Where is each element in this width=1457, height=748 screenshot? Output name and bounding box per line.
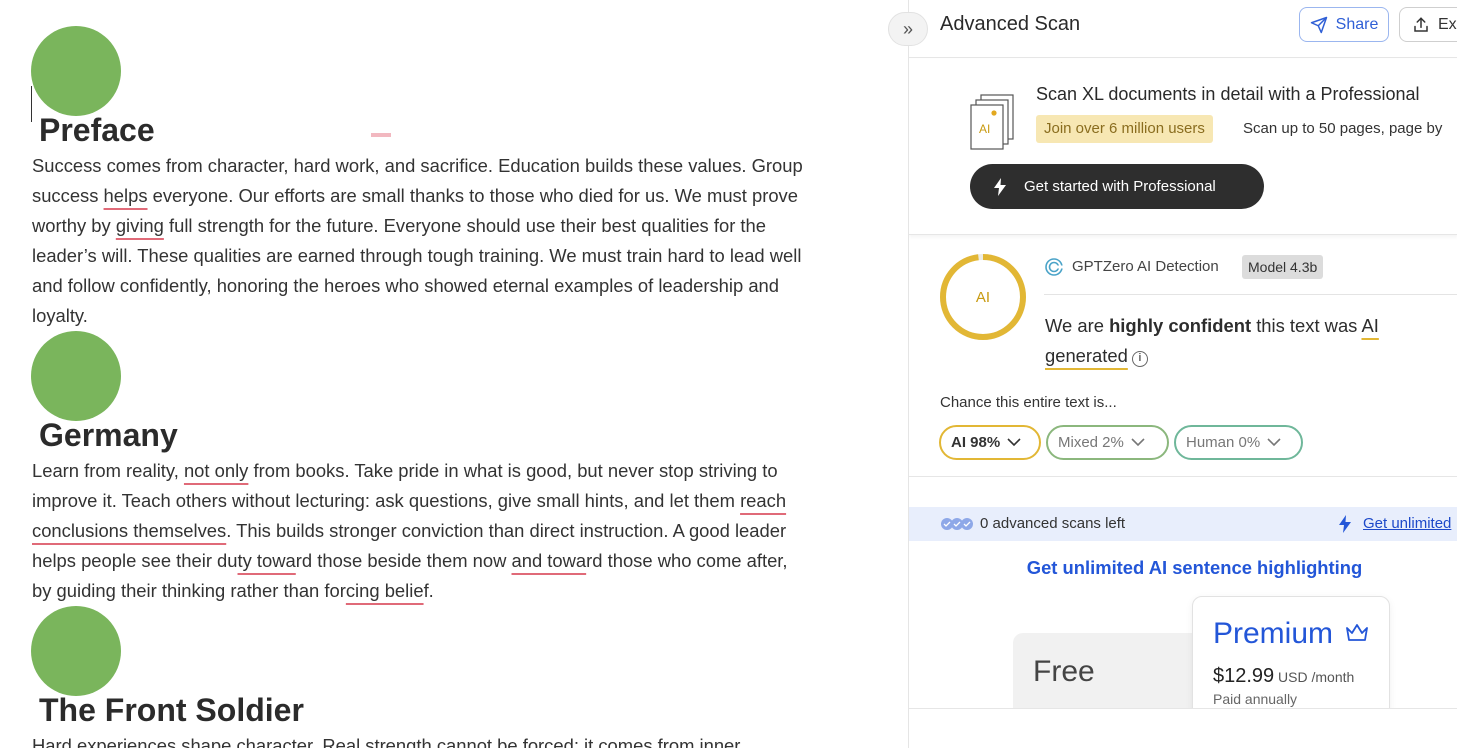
- scan-panel: Advanced Scan Share Exp AI Scan XL docum…: [908, 0, 1457, 748]
- paragraph-line: conclusions themselves. This builds stro…: [32, 520, 787, 541]
- section-paragraph-germany[interactable]: Learn from reality, not only from books.…: [32, 456, 862, 606]
- send-icon: [1310, 16, 1327, 33]
- flagged-phrase[interactable]: conclusions themselves: [32, 520, 226, 541]
- chance-label: Chance this entire text is...: [940, 394, 1117, 411]
- detection-result: AI GPTZero AI Detection Model 4.3b We ar…: [909, 235, 1457, 477]
- scan-credits-icon: [941, 518, 973, 530]
- highlight-mark: [371, 133, 391, 137]
- section-paragraph-front-soldier[interactable]: Hard experiences shape character. Real s…: [32, 731, 862, 748]
- panel-header: Advanced Scan Share Exp: [909, 0, 1457, 58]
- upload-icon: [1414, 16, 1428, 32]
- verdict-text: We are highly confident this text was AI…: [1045, 311, 1445, 371]
- section-title-front-soldier: The Front Soldier: [39, 692, 304, 728]
- flagged-phrase[interactable]: helps: [104, 185, 148, 206]
- doc-icon-label: AI: [979, 122, 990, 136]
- paragraph-line: improve it. Teach others without lecturi…: [32, 490, 787, 511]
- export-label: Exp: [1438, 15, 1457, 33]
- scans-left-text: 0 advanced scans left: [980, 515, 1126, 532]
- premium-price-period: USD /month: [1274, 669, 1355, 685]
- document-editor[interactable]: Preface Success comes from character, ha…: [0, 0, 908, 748]
- verdict-generated: generated: [1045, 345, 1128, 366]
- plan-name-free: Free: [1033, 655, 1095, 688]
- chevron-down-icon: [1131, 438, 1145, 447]
- plan-name-premium: Premium: [1213, 617, 1334, 650]
- paragraph-line: loyalty.: [32, 305, 88, 326]
- upsell-headline: Get unlimited AI sentence highlighting: [1026, 557, 1363, 578]
- verdict-confidence: highly confident: [1109, 315, 1252, 336]
- panel-footer: [909, 708, 1457, 748]
- share-button[interactable]: Share: [1299, 7, 1389, 42]
- chevron-down-icon: [1267, 438, 1281, 447]
- panel-title: Advanced Scan: [940, 13, 1081, 35]
- text-cursor: [31, 86, 32, 122]
- get-professional-label: Get started with Professional: [1024, 178, 1216, 195]
- chevron-down-icon: [1007, 438, 1021, 447]
- model-badge: Model 4.3b: [1242, 255, 1324, 279]
- premium-price: $12.99 USD /month: [1213, 665, 1354, 688]
- mixed-percent-label: Mixed 2%: [1058, 434, 1124, 451]
- scans-remaining-bar: 0 advanced scans left Get unlimited: [909, 507, 1457, 541]
- detector-name: GPTZero AI Detection: [1072, 258, 1219, 275]
- bolt-icon: [1339, 515, 1351, 533]
- human-percent-pill[interactable]: Human 0%: [1174, 425, 1303, 460]
- paragraph-line: by guiding their thinking rather than fo…: [32, 580, 434, 601]
- get-professional-button[interactable]: Get started with Professional: [970, 164, 1264, 209]
- flagged-phrase[interactable]: reach: [740, 490, 786, 511]
- promo-title: Scan XL documents in detail with a Profe…: [1036, 84, 1420, 104]
- paragraph-line: worthy by giving full strength for the f…: [32, 215, 766, 236]
- section-marker-dot: [31, 606, 121, 696]
- paragraph-line: success helps everyone. Our efforts are …: [32, 185, 798, 206]
- human-percent-label: Human 0%: [1186, 434, 1261, 451]
- paragraph-line: helps people see their duty toward those…: [32, 550, 788, 571]
- paragraph-line: Learn from reality, not only from books.…: [32, 460, 778, 481]
- paragraph-line: Hard experiences shape character. Real s…: [32, 735, 741, 748]
- section-marker-dot: [31, 26, 121, 116]
- double-chevron-right-icon: »: [902, 18, 913, 39]
- flagged-phrase[interactable]: cing belie: [346, 580, 424, 601]
- get-unlimited-link[interactable]: Get unlimited: [1363, 515, 1451, 532]
- export-button[interactable]: Exp: [1399, 7, 1457, 42]
- documents-ai-icon: AI: [970, 94, 1014, 150]
- divider: [1044, 294, 1457, 295]
- paragraph-line: and follow confidently, honoring the her…: [32, 275, 780, 296]
- share-label: Share: [1335, 15, 1379, 33]
- mixed-percent-pill[interactable]: Mixed 2%: [1046, 425, 1169, 460]
- paragraph-line: Success comes from character, hard work,…: [32, 155, 803, 176]
- users-badge: Join over 6 million users: [1036, 115, 1213, 143]
- section-title-germany: Germany: [39, 417, 178, 453]
- professional-promo: AI Scan XL documents in detail with a Pr…: [909, 59, 1457, 235]
- ai-percent-label: AI 98%: [951, 434, 1001, 451]
- info-icon[interactable]: i: [1131, 351, 1148, 367]
- collapse-panel-button[interactable]: »: [888, 12, 928, 46]
- gptzero-logo-icon: [1045, 258, 1063, 276]
- paragraph-line: leader’s will. These qualities are earne…: [32, 245, 802, 266]
- ring-label: AI: [975, 288, 991, 306]
- section-title-preface: Preface: [39, 112, 155, 148]
- verdict-middle: this text was: [1251, 315, 1362, 336]
- flagged-phrase[interactable]: giving: [116, 215, 164, 236]
- section-paragraph-preface[interactable]: Success comes from character, hard work,…: [32, 151, 862, 331]
- flagged-phrase[interactable]: and towa: [512, 550, 587, 571]
- verdict-ai: AI: [1361, 315, 1379, 336]
- crown-icon: [1346, 624, 1368, 641]
- bolt-icon: [994, 177, 1006, 196]
- premium-price-amount: $12.99: [1213, 665, 1275, 687]
- ai-percent-pill[interactable]: AI 98%: [939, 425, 1041, 460]
- promo-subtitle: Scan up to 50 pages, page by: [1243, 120, 1443, 137]
- premium-billing: Paid annually: [1213, 691, 1298, 707]
- section-marker-dot: [31, 331, 121, 421]
- flagged-phrase[interactable]: ty towa: [238, 550, 296, 571]
- flagged-phrase[interactable]: not only: [184, 460, 248, 481]
- verdict-prefix: We are: [1045, 315, 1110, 336]
